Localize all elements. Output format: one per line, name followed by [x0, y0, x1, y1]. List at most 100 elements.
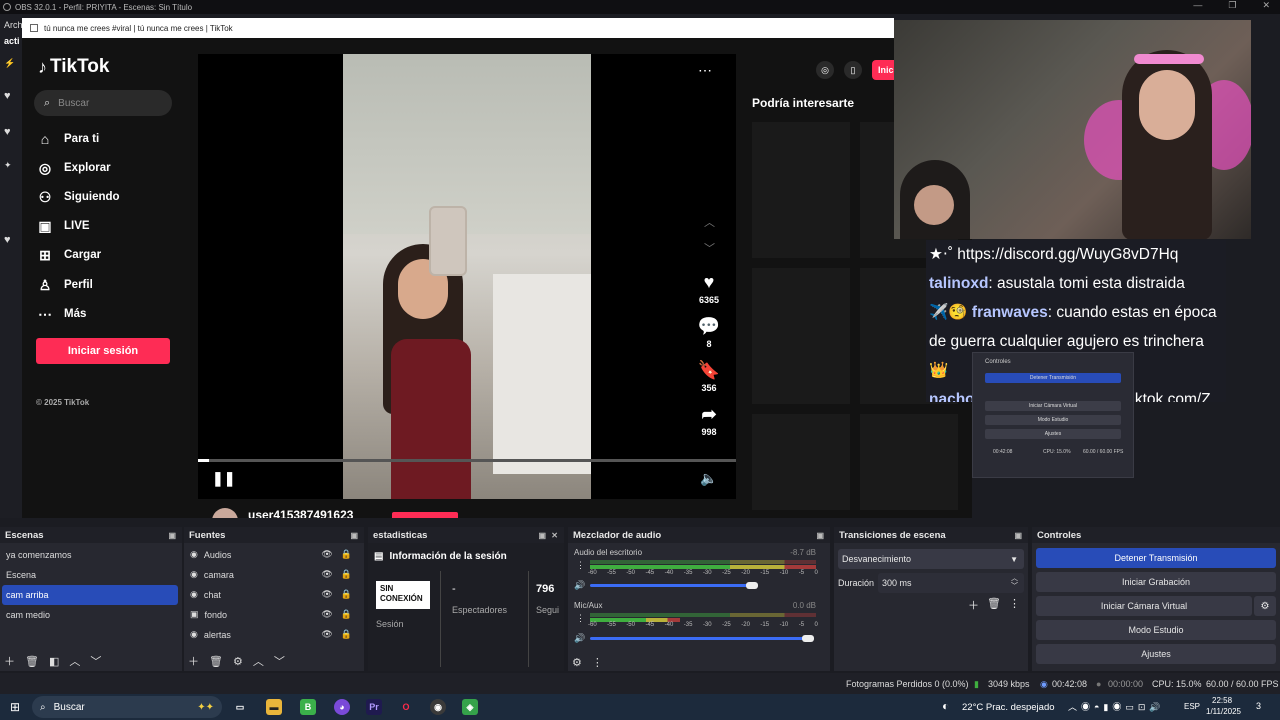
username[interactable]: user415387491623: [248, 508, 353, 518]
source-item[interactable]: ▣ fondo 👁 🔒: [190, 609, 358, 620]
start-recording-button[interactable]: Iniciar Grabación: [1036, 572, 1276, 592]
volume-slider[interactable]: [590, 637, 814, 640]
volume-knob[interactable]: [802, 635, 814, 642]
eye-icon[interactable]: 👁: [321, 569, 332, 580]
source-item[interactable]: ◉ chat 👁 🔒: [190, 589, 358, 600]
nav-cargar[interactable]: ⊞ Cargar: [36, 246, 101, 264]
undock-icon[interactable]: ▣: [1014, 531, 1022, 540]
premiere-icon[interactable]: Pr: [366, 699, 382, 715]
source-item[interactable]: ◉ camara 👁 🔒: [190, 569, 358, 580]
source-item[interactable]: ◉ Audios 👁 🔒: [190, 549, 358, 560]
video-frame[interactable]: [343, 54, 591, 499]
pause-icon[interactable]: ❚❚: [212, 470, 235, 487]
lock-icon[interactable]: 🔒: [341, 569, 352, 580]
settings-button[interactable]: Ajustes: [1036, 644, 1276, 664]
opera-icon[interactable]: O: [398, 699, 414, 715]
eye-icon[interactable]: 👁: [321, 629, 332, 640]
share-button[interactable]: ➦ 998: [689, 404, 729, 437]
eye-icon[interactable]: 👁: [321, 609, 332, 620]
like-button[interactable]: ♥ 6365: [689, 272, 729, 305]
chevron-up-icon[interactable]: ︿: [69, 653, 80, 669]
scene-item[interactable]: ya comenzamos: [2, 545, 178, 565]
tiktok-logo[interactable]: ♪ TikTok: [38, 56, 109, 78]
chevron-down-icon[interactable]: ﹀: [90, 653, 101, 669]
stepper-icon[interactable]: ︿ ﹀: [1011, 575, 1018, 591]
undock-icon[interactable]: ▣: [350, 531, 358, 540]
trash-icon[interactable]: 🗑: [209, 655, 223, 668]
comment-button[interactable]: 💬 8: [689, 316, 729, 349]
virtual-camera-button[interactable]: Iniciar Cámara Virtual: [1036, 596, 1252, 616]
scene-item[interactable]: cam medio: [2, 605, 178, 625]
chevron-down-icon[interactable]: ﹀: [274, 653, 285, 669]
app-android-icon[interactable]: ◈: [462, 699, 478, 715]
suggested-thumb[interactable]: [752, 122, 850, 258]
language[interactable]: ESP: [1184, 702, 1200, 711]
trash-icon[interactable]: 🗑: [987, 597, 1001, 613]
video-player[interactable]: ⋯ ︿ ﹀ ♥ 6365 💬 8 🔖 356 ➦ 998 ❚❚ 🔈: [198, 54, 736, 499]
add-icon[interactable]: ＋: [188, 653, 199, 669]
windows-start-icon[interactable]: ⊞: [10, 700, 20, 714]
volume-knob[interactable]: [746, 582, 758, 589]
nav-explorar[interactable]: ◎ Explorar: [36, 159, 111, 177]
maximize-icon[interactable]: ❐: [1228, 0, 1236, 11]
source-item[interactable]: ◉ alertas 👁 🔒: [190, 629, 358, 640]
nav-para-ti[interactable]: ⌂ Para ti: [36, 130, 99, 148]
file-explorer-icon[interactable]: ▬: [266, 699, 282, 715]
kebab-icon[interactable]: ⋮: [576, 613, 585, 624]
undock-icon[interactable]: ▣: [538, 531, 546, 540]
nav-live[interactable]: ▣ LIVE: [36, 217, 89, 235]
menu-archivo[interactable]: Arch: [4, 20, 23, 30]
nav-perfil[interactable]: ♙ Perfil: [36, 276, 93, 294]
lock-icon[interactable]: 🔒: [341, 549, 352, 560]
chevron-up-icon[interactable]: ︿: [253, 653, 264, 669]
login-button[interactable]: Iniciar sesión: [36, 338, 170, 364]
kebab-icon[interactable]: ⋮: [576, 560, 585, 571]
close-icon[interactable]: ✕: [551, 531, 558, 540]
device-icon[interactable]: ▯: [844, 61, 862, 79]
kebab-icon[interactable]: ⋮: [1009, 597, 1020, 613]
add-icon[interactable]: ＋: [968, 597, 979, 613]
undock-icon[interactable]: ▣: [816, 531, 824, 540]
clock-time[interactable]: 22:58: [1212, 696, 1232, 705]
undock-icon[interactable]: ▣: [168, 531, 176, 540]
follow-button[interactable]: [392, 512, 458, 518]
search-input[interactable]: ⌕ Buscar: [34, 90, 172, 116]
volume-icon[interactable]: 🔈: [700, 470, 717, 487]
speaker-icon[interactable]: 🔊: [574, 633, 585, 644]
activity-tab[interactable]: acti: [4, 36, 20, 46]
notification-badge[interactable]: 3: [1256, 701, 1261, 711]
task-view-icon[interactable]: ▭: [232, 699, 248, 715]
gear-icon[interactable]: ⚙: [233, 655, 243, 668]
taskbar-search[interactable]: ⌕ Buscar ✦✦: [32, 696, 222, 718]
minimize-icon[interactable]: —: [1193, 0, 1202, 11]
virtual-camera-settings[interactable]: ⚙: [1254, 596, 1276, 616]
stop-stream-button[interactable]: Detener Transmisión: [1036, 548, 1276, 568]
scene-item[interactable]: Escena: [2, 565, 178, 585]
lock-icon[interactable]: 🔒: [341, 629, 352, 640]
clock-date[interactable]: 1/11/2025: [1206, 707, 1241, 716]
close-icon[interactable]: ✕: [1262, 0, 1270, 11]
eye-icon[interactable]: 👁: [321, 589, 332, 600]
advanced-audio-icon[interactable]: ⚙: [572, 656, 582, 669]
transition-select[interactable]: Desvanecimiento ▼: [838, 549, 1024, 569]
nav-mas[interactable]: ⋯ Más: [36, 305, 86, 323]
nav-siguiendo[interactable]: ⚇ Siguiendo: [36, 188, 120, 206]
video-progress[interactable]: [198, 459, 736, 462]
obs-icon[interactable]: ◉: [430, 699, 446, 715]
chevron-up-icon[interactable]: ︿: [704, 214, 715, 230]
filter-icon[interactable]: ◧: [49, 655, 59, 668]
volume-slider[interactable]: [590, 584, 758, 587]
speaker-icon[interactable]: 🔊: [574, 580, 585, 591]
app-b-icon[interactable]: B: [300, 699, 316, 715]
lock-icon[interactable]: 🔒: [341, 589, 352, 600]
trash-icon[interactable]: 🗑: [25, 655, 39, 668]
lock-icon[interactable]: 🔒: [341, 609, 352, 620]
suggested-thumb[interactable]: [752, 414, 850, 510]
kebab-icon[interactable]: ⋮: [592, 656, 603, 669]
eye-icon[interactable]: 👁: [321, 549, 332, 560]
coins-icon[interactable]: ◎: [816, 61, 834, 79]
studio-mode-button[interactable]: Modo Estudio: [1036, 620, 1276, 640]
suggested-thumb[interactable]: [752, 268, 850, 404]
duration-input[interactable]: 300 ms ︿ ﹀: [878, 573, 1024, 593]
save-button[interactable]: 🔖 356: [689, 360, 729, 393]
